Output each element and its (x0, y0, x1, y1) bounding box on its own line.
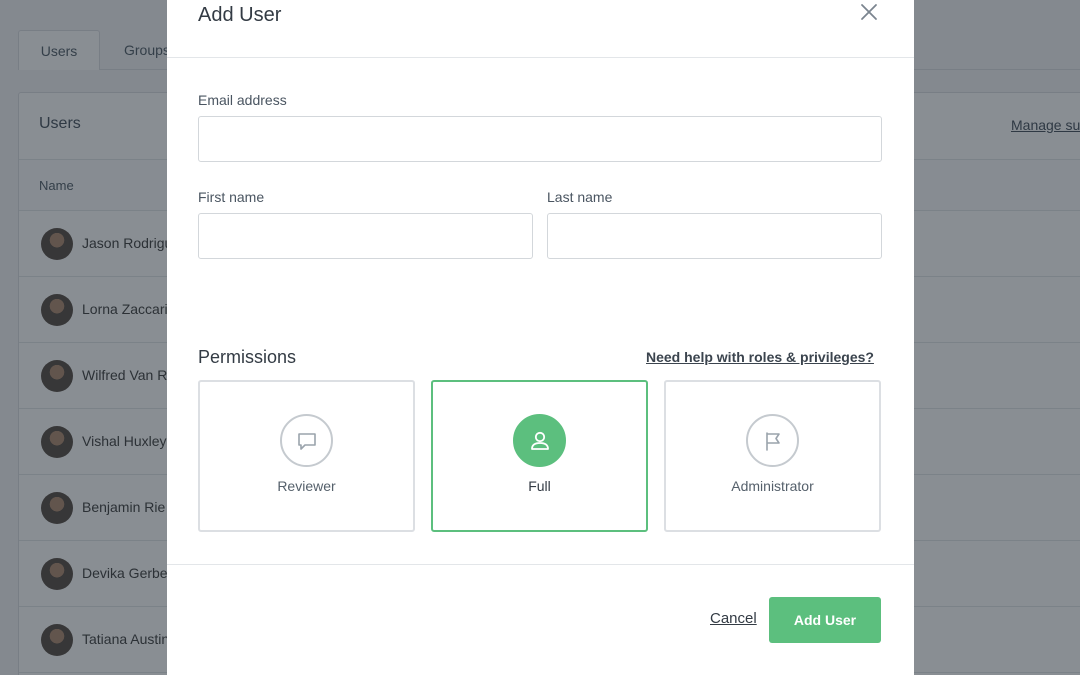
close-button[interactable] (859, 2, 879, 22)
permission-reviewer-option[interactable]: Reviewer (198, 380, 415, 532)
last-name-label: Last name (547, 189, 613, 205)
add-user-button[interactable]: Add User (769, 597, 881, 643)
footer-divider (167, 564, 914, 565)
close-icon (861, 4, 877, 20)
permission-full-option[interactable]: Full (431, 380, 648, 532)
cancel-button[interactable]: Cancel (710, 610, 757, 627)
chat-bubble-icon (280, 414, 333, 467)
first-name-field[interactable] (198, 213, 533, 259)
last-name-field[interactable] (547, 213, 882, 259)
add-user-dialog: Add User Email address First name Last n… (167, 0, 914, 675)
permission-label: Reviewer (277, 478, 336, 494)
email-field[interactable] (198, 116, 882, 162)
dialog-title: Add User (198, 4, 282, 26)
user-icon (513, 414, 566, 467)
roles-help-link[interactable]: Need help with roles & privileges? (646, 349, 874, 365)
first-name-label: First name (198, 189, 265, 205)
permission-label: Administrator (731, 478, 814, 494)
permission-administrator-option[interactable]: Administrator (664, 380, 881, 532)
permission-label: Full (528, 478, 551, 494)
dialog-header: Add User (167, 0, 914, 58)
email-label: Email address (198, 92, 287, 108)
flag-icon (746, 414, 799, 467)
permissions-title: Permissions (198, 347, 297, 367)
